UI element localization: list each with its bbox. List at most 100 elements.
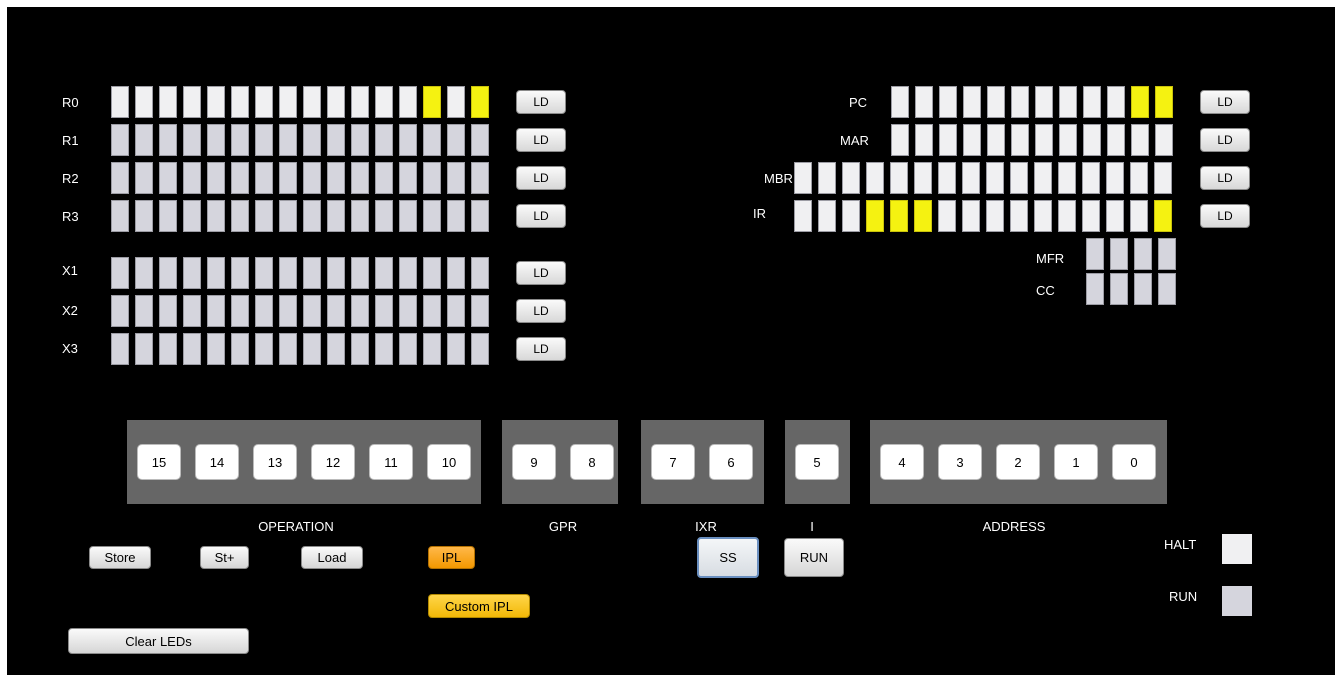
led-x1-bit-13 — [159, 257, 177, 289]
register-label-r3: R3 — [62, 209, 79, 224]
ld-button-mbr[interactable]: LD — [1200, 166, 1250, 190]
led-bank-mfr — [1086, 238, 1176, 270]
ipl-button[interactable]: IPL — [428, 546, 475, 569]
label-gpr: GPR — [548, 519, 578, 534]
switch-bit-11[interactable]: 11 — [369, 444, 413, 480]
led-bank-r1 — [111, 124, 489, 156]
ld-button-r2[interactable]: LD — [516, 166, 566, 190]
ld-button-r1[interactable]: LD — [516, 128, 566, 152]
led-x2-bit-1 — [447, 295, 465, 327]
led-bank-cc — [1086, 273, 1176, 305]
switch-bit-12[interactable]: 12 — [311, 444, 355, 480]
led-bank-mar — [891, 124, 1173, 156]
led-r2-bit-6 — [327, 162, 345, 194]
switch-bit-7[interactable]: 7 — [651, 444, 695, 480]
led-mar-bit-0 — [1155, 124, 1173, 156]
led-r3-bit-8 — [279, 200, 297, 232]
led-r2-bit-15 — [111, 162, 129, 194]
ld-button-x3[interactable]: LD — [516, 337, 566, 361]
led-mbr-bit-7 — [986, 162, 1004, 194]
led-ir-bit-14 — [818, 200, 836, 232]
led-r1-bit-6 — [327, 124, 345, 156]
run-button[interactable]: RUN — [784, 538, 844, 577]
led-r1-bit-9 — [255, 124, 273, 156]
led-pc-bit-1 — [1131, 86, 1149, 118]
switch-bit-4[interactable]: 4 — [880, 444, 924, 480]
switch-bit-10[interactable]: 10 — [427, 444, 471, 480]
led-pc-bit-3 — [1083, 86, 1101, 118]
led-mbr-bit-0 — [1154, 162, 1172, 194]
led-x3-bit-13 — [159, 333, 177, 365]
switch-bit-6[interactable]: 6 — [709, 444, 753, 480]
led-r2-bit-2 — [423, 162, 441, 194]
label-address: ADDRESS — [982, 519, 1046, 534]
led-x1-bit-3 — [399, 257, 417, 289]
led-r0-bit-9 — [255, 86, 273, 118]
ld-button-x2[interactable]: LD — [516, 299, 566, 323]
led-mar-bit-1 — [1131, 124, 1149, 156]
led-r3-bit-3 — [399, 200, 417, 232]
ld-button-x1[interactable]: LD — [516, 261, 566, 285]
led-r2-bit-4 — [375, 162, 393, 194]
switch-bit-2[interactable]: 2 — [996, 444, 1040, 480]
led-x2-bit-9 — [255, 295, 273, 327]
custom-ipl-button[interactable]: Custom IPL — [428, 594, 530, 618]
led-r2-bit-13 — [159, 162, 177, 194]
led-r0-bit-10 — [231, 86, 249, 118]
register-label-pc: PC — [849, 95, 868, 110]
led-pc-bit-7 — [987, 86, 1005, 118]
led-cc-bit-0 — [1158, 273, 1176, 305]
led-mfr-bit-1 — [1134, 238, 1152, 270]
switch-bit-14[interactable]: 14 — [195, 444, 239, 480]
led-r1-bit-15 — [111, 124, 129, 156]
load-button[interactable]: Load — [301, 546, 363, 569]
ld-button-pc[interactable]: LD — [1200, 90, 1250, 114]
led-mfr-bit-2 — [1110, 238, 1128, 270]
clear-leds-button[interactable]: Clear LEDs — [68, 628, 249, 654]
led-r3-bit-11 — [207, 200, 225, 232]
led-r0-bit-14 — [135, 86, 153, 118]
led-r1-bit-5 — [351, 124, 369, 156]
led-mar-bit-7 — [987, 124, 1005, 156]
led-r0-bit-13 — [159, 86, 177, 118]
switch-bit-8[interactable]: 8 — [570, 444, 614, 480]
led-r3-bit-5 — [351, 200, 369, 232]
single-step-button[interactable]: SS — [697, 537, 759, 578]
led-x3-bit-7 — [303, 333, 321, 365]
led-bank-x1 — [111, 257, 489, 289]
led-r0-bit-5 — [351, 86, 369, 118]
ld-button-mar[interactable]: LD — [1200, 128, 1250, 152]
switch-bit-0[interactable]: 0 — [1112, 444, 1156, 480]
led-x1-bit-14 — [135, 257, 153, 289]
switch-bit-9[interactable]: 9 — [512, 444, 556, 480]
led-bank-r3 — [111, 200, 489, 232]
register-label-x2: X2 — [62, 303, 78, 318]
switch-bit-13[interactable]: 13 — [253, 444, 297, 480]
ld-button-r3[interactable]: LD — [516, 204, 566, 228]
led-ir-bit-5 — [1034, 200, 1052, 232]
ld-button-ir[interactable]: LD — [1200, 204, 1250, 228]
led-mbr-bit-14 — [818, 162, 836, 194]
led-mbr-bit-13 — [842, 162, 860, 194]
register-label-mbr: MBR — [764, 171, 793, 186]
led-r2-bit-14 — [135, 162, 153, 194]
led-x3-bit-12 — [183, 333, 201, 365]
store-button[interactable]: Store — [89, 546, 151, 569]
led-x2-bit-8 — [279, 295, 297, 327]
switch-bit-3[interactable]: 3 — [938, 444, 982, 480]
switch-bit-5[interactable]: 5 — [795, 444, 839, 480]
led-x3-bit-6 — [327, 333, 345, 365]
led-r3-bit-10 — [231, 200, 249, 232]
led-pc-bit-6 — [1011, 86, 1029, 118]
led-x3-bit-8 — [279, 333, 297, 365]
switch-bit-1[interactable]: 1 — [1054, 444, 1098, 480]
ld-button-r0[interactable]: LD — [516, 90, 566, 114]
run-indicator — [1222, 586, 1252, 616]
led-pc-bit-4 — [1059, 86, 1077, 118]
store-plus-button[interactable]: St+ — [200, 546, 249, 569]
run-indicator-label: RUN — [1169, 589, 1198, 604]
led-mar-bit-2 — [1107, 124, 1125, 156]
led-cc-bit-1 — [1134, 273, 1152, 305]
led-r3-bit-2 — [423, 200, 441, 232]
switch-bit-15[interactable]: 15 — [137, 444, 181, 480]
